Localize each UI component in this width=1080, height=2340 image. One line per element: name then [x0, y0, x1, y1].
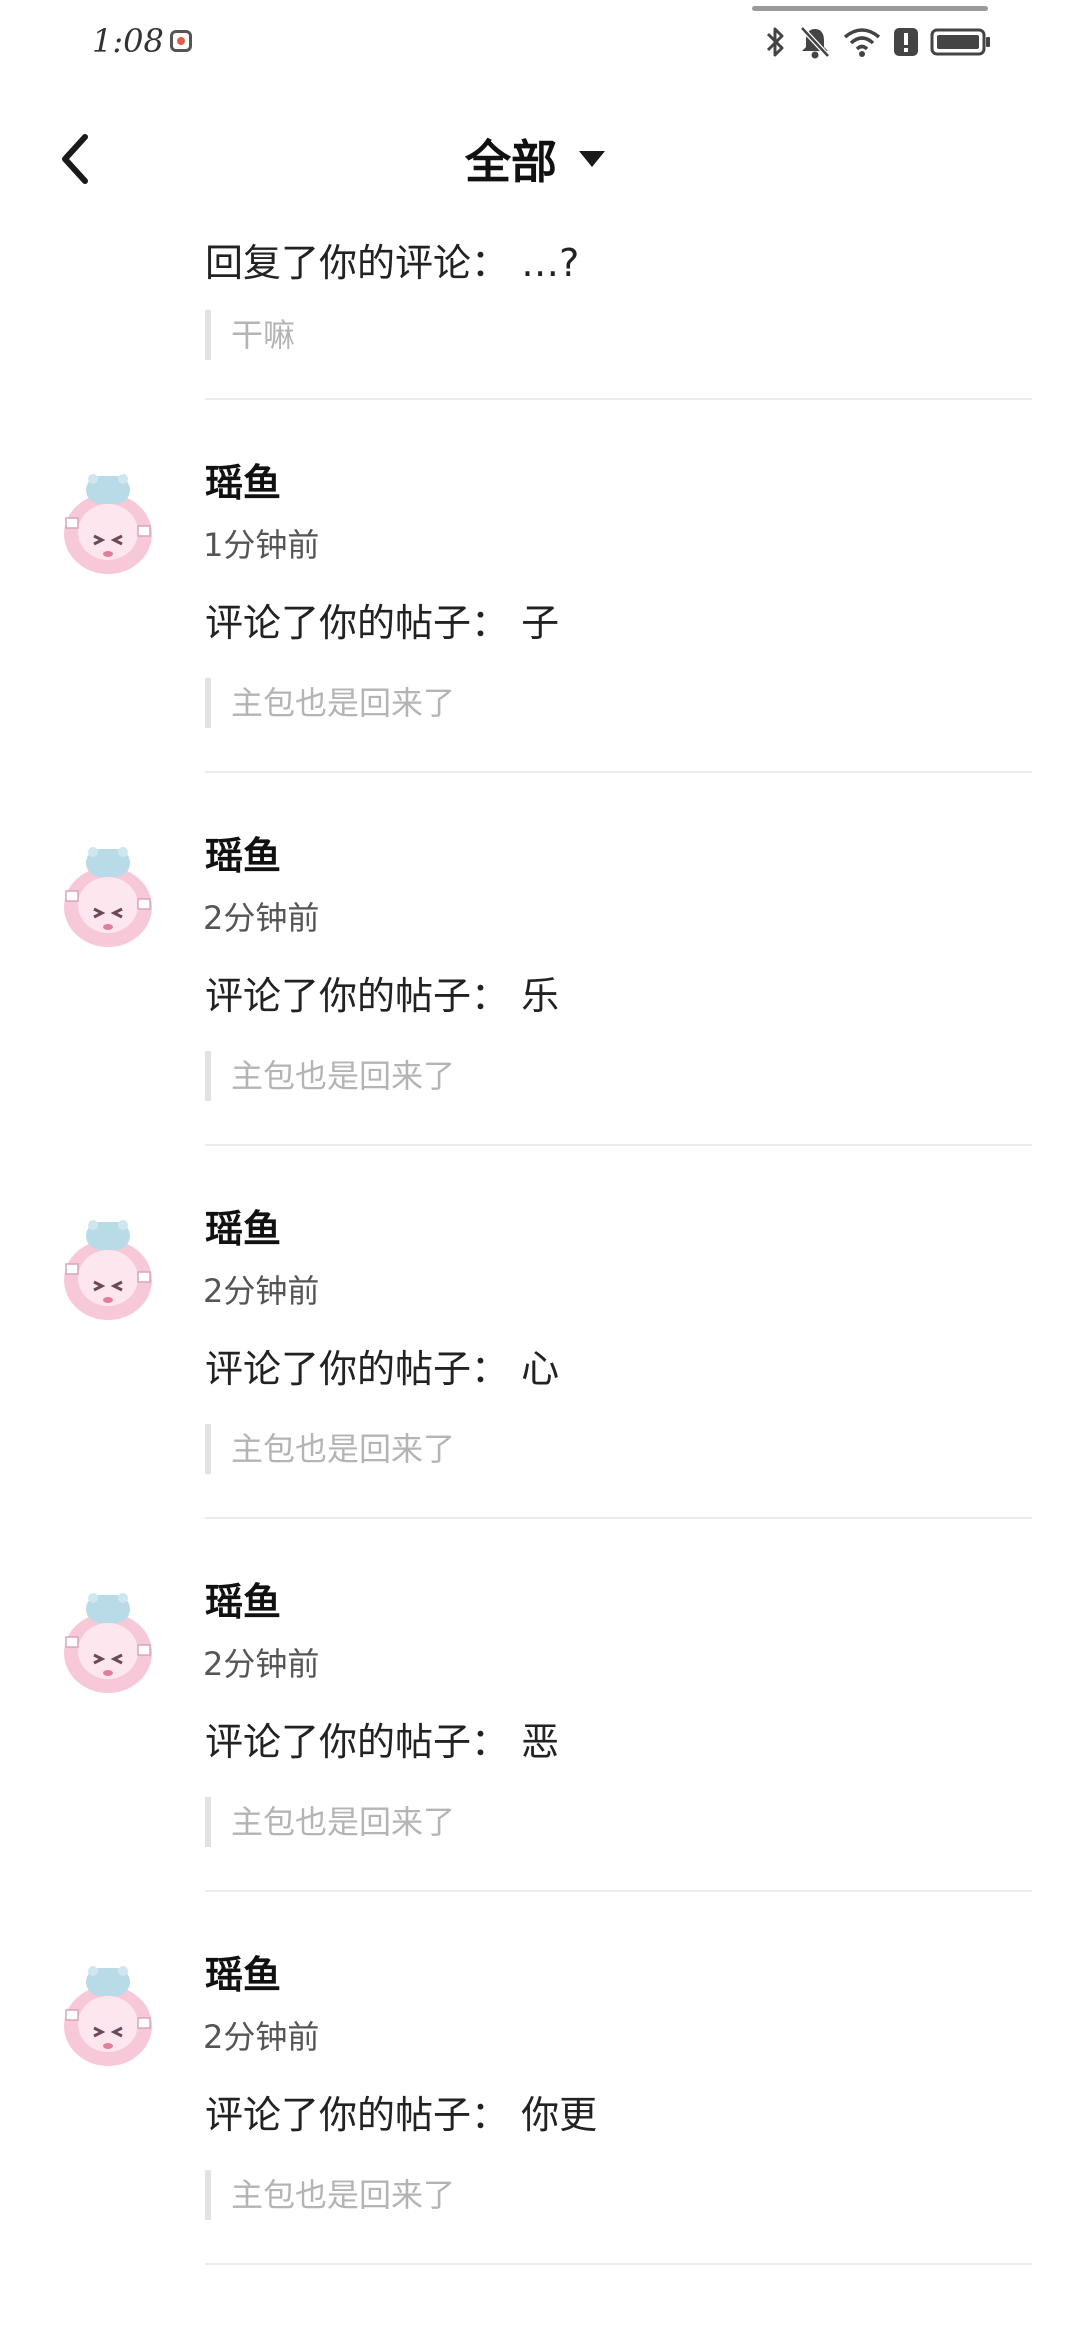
avatar-image — [64, 1966, 152, 2066]
caret-down-icon — [579, 151, 605, 167]
battery-icon — [930, 28, 990, 56]
item-action: 评论了你的帖子： 乐 — [205, 974, 560, 1018]
timestamp: 2分钟前 — [203, 1645, 320, 1683]
item-action: 评论了你的帖子： 心 — [205, 1347, 560, 1391]
page-title: 全部 — [465, 135, 557, 189]
status-time: 1:08 — [92, 22, 164, 60]
user-name[interactable]: 瑶鱼 — [205, 1944, 281, 1999]
item-quote: 主包也是回来了 — [205, 678, 455, 728]
avatar[interactable] — [60, 470, 156, 580]
list-item[interactable]: 瑶鱼 1分钟前 评论了你的帖子： 子 主包也是回来了 — [0, 400, 1080, 773]
list-item[interactable]: 瑶鱼 2分钟前 评论了你的帖子： 心 主包也是回来了 — [0, 1146, 1080, 1519]
item-quote: 主包也是回来了 — [205, 1797, 455, 1847]
wifi-icon — [843, 28, 881, 57]
item-quote: 干嘛 — [205, 310, 295, 360]
list-item[interactable]: 瑶鱼 2分钟前 评论了你的帖子： 恶 主包也是回来了 — [0, 1519, 1080, 1892]
avatar[interactable] — [60, 1962, 156, 2072]
status-icons — [764, 22, 992, 62]
avatar[interactable] — [60, 1216, 156, 1326]
item-quote: 主包也是回来了 — [205, 2170, 455, 2220]
chevron-left-icon — [62, 134, 88, 184]
item-action: 评论了你的帖子： 恶 — [205, 1720, 560, 1764]
notification-list: 回复了你的评论： …? 干嘛 瑶鱼 1分钟前 评论了你的帖子： 子 主包也是回来… — [0, 210, 1080, 2265]
timestamp: 2分钟前 — [203, 1272, 320, 1310]
avatar-image — [64, 474, 152, 574]
bluetooth-icon — [766, 27, 784, 57]
item-body: 瑶鱼 1分钟前 评论了你的帖子： 子 主包也是回来了 — [203, 400, 1032, 773]
user-name[interactable]: 瑶鱼 — [205, 452, 281, 507]
user-name[interactable]: 瑶鱼 — [205, 1198, 281, 1253]
avatar-image — [64, 1220, 152, 1320]
alert-icon — [894, 28, 918, 56]
item-body: 回复了你的评论： …? 干嘛 — [205, 210, 1032, 400]
notification-app-icon — [170, 30, 192, 52]
avatar-image — [64, 847, 152, 947]
item-quote: 主包也是回来了 — [205, 1424, 455, 1474]
item-body: 瑶鱼 2分钟前 评论了你的帖子： 乐 主包也是回来了 — [203, 773, 1032, 1146]
header: 全部 — [0, 110, 1080, 210]
avatar-image — [64, 1593, 152, 1693]
back-button[interactable] — [40, 124, 110, 194]
item-body: 瑶鱼 2分钟前 评论了你的帖子： 你更 主包也是回来了 — [203, 1892, 1032, 2265]
list-item[interactable]: 瑶鱼 2分钟前 评论了你的帖子： 乐 主包也是回来了 — [0, 773, 1080, 1146]
item-body: 瑶鱼 2分钟前 评论了你的帖子： 心 主包也是回来了 — [203, 1146, 1032, 1519]
mute-bell-icon — [800, 26, 830, 59]
item-quote: 主包也是回来了 — [205, 1051, 455, 1101]
timestamp: 2分钟前 — [203, 899, 320, 937]
timestamp: 2分钟前 — [203, 2018, 320, 2056]
user-name[interactable]: 瑶鱼 — [205, 825, 281, 880]
avatar[interactable] — [60, 1589, 156, 1699]
user-name[interactable]: 瑶鱼 — [205, 1571, 281, 1626]
list-item[interactable]: 回复了你的评论： …? 干嘛 — [0, 210, 1080, 400]
status-indicator — [752, 6, 988, 11]
item-body: 瑶鱼 2分钟前 评论了你的帖子： 恶 主包也是回来了 — [203, 1519, 1032, 1892]
item-action: 评论了你的帖子： 你更 — [205, 2093, 598, 2137]
filter-dropdown[interactable]: 全部 — [465, 124, 607, 194]
avatar[interactable] — [60, 843, 156, 953]
timestamp: 1分钟前 — [203, 526, 320, 564]
item-action: 回复了你的评论： …? — [205, 241, 580, 285]
status-bar: 1:08 — [0, 0, 1080, 84]
item-action: 评论了你的帖子： 子 — [205, 601, 560, 645]
list-item[interactable]: 瑶鱼 2分钟前 评论了你的帖子： 你更 主包也是回来了 — [0, 1892, 1080, 2265]
